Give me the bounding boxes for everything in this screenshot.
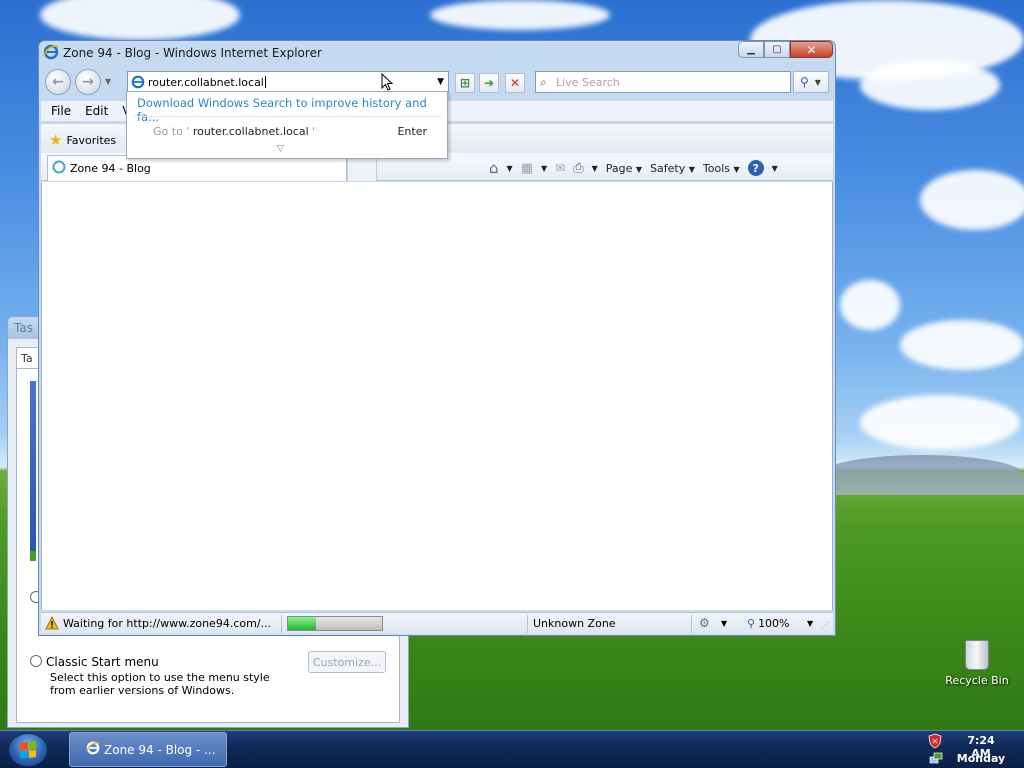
protected-mode-icon[interactable]: ⚙ bbox=[699, 616, 710, 630]
zoom-level: 100% bbox=[758, 617, 790, 630]
address-autocomplete-dropdown: Download Windows Search to improve histo… bbox=[126, 91, 448, 159]
stop-button[interactable]: ✕ bbox=[505, 73, 525, 93]
svg-text:✕: ✕ bbox=[932, 737, 939, 746]
classic-start-menu-radio[interactable] bbox=[30, 655, 42, 667]
zoom-control[interactable]: ⚲ 100% bbox=[747, 617, 790, 630]
windows-logo-icon bbox=[20, 741, 36, 759]
classic-start-menu-description: Select this option to use the menu style… bbox=[50, 671, 270, 697]
read-mail-icon[interactable]: ✉ bbox=[555, 161, 565, 175]
protected-mode-dropdown-icon[interactable]: ▼ bbox=[721, 619, 727, 628]
home-dropdown-icon[interactable]: ▼ bbox=[507, 164, 513, 173]
window-title-bar: Zone 94 - Blog - Windows Internet Explor… bbox=[43, 44, 322, 62]
feeds-icon[interactable]: ▦ bbox=[521, 161, 533, 176]
preview-strip-green bbox=[30, 551, 36, 561]
tools-menu-label: Tools bbox=[702, 161, 731, 175]
start-button[interactable] bbox=[8, 733, 48, 767]
search-icon: ⚲ bbox=[800, 75, 809, 89]
minimize-button[interactable]: ▁ bbox=[738, 41, 764, 58]
status-bar: Waiting for http://www.zone94.com/... Un… bbox=[41, 612, 833, 634]
taskbar-item-label: Zone 94 - Blog - ... bbox=[104, 742, 216, 757]
tab-label: Zone 94 - Blog bbox=[70, 162, 151, 175]
enter-hint: Enter bbox=[397, 125, 427, 138]
recycle-bin-icon bbox=[965, 640, 989, 670]
address-bar[interactable]: router.collabnet.local ▼ bbox=[127, 71, 449, 93]
window-controls: ▁ ▢ ✕ bbox=[738, 41, 833, 58]
page-menu[interactable]: Page ▼ bbox=[606, 162, 642, 175]
search-provider-icon: ⌕ bbox=[540, 75, 547, 89]
go-arrow-icon: ➔ bbox=[483, 76, 495, 90]
menu-edit[interactable]: Edit bbox=[85, 104, 108, 118]
page-content-area[interactable] bbox=[41, 182, 833, 610]
mouse-cursor-icon bbox=[381, 72, 394, 94]
system-tray: ✕ 7:24 AM Monday bbox=[920, 731, 1024, 768]
search-box[interactable]: ⌕ Live Search bbox=[535, 71, 791, 93]
maximize-button[interactable]: ▢ bbox=[764, 41, 790, 58]
warning-icon bbox=[45, 615, 59, 633]
goto-suffix: ' bbox=[308, 125, 316, 138]
clock-day[interactable]: Monday bbox=[956, 752, 1006, 765]
recycle-bin[interactable]: Recycle Bin bbox=[942, 640, 1012, 687]
progress-fill bbox=[288, 617, 317, 630]
ie-logo-icon bbox=[43, 44, 59, 63]
window-title: Zone 94 - Blog - Windows Internet Explor… bbox=[63, 46, 322, 60]
security-zone[interactable]: Unknown Zone bbox=[533, 617, 616, 630]
autocomplete-divider bbox=[133, 116, 441, 117]
safety-menu-label: Safety bbox=[650, 161, 686, 175]
goto-suggestion[interactable]: Go to ' router.collabnet.local ' bbox=[153, 125, 315, 138]
taskbar-item-ie[interactable]: Zone 94 - Blog - ... bbox=[69, 732, 227, 767]
goto-prefix: Go to ' bbox=[153, 125, 193, 138]
forward-arrow-icon: → bbox=[82, 74, 94, 90]
page-load-progress bbox=[287, 616, 383, 631]
forward-button[interactable]: → bbox=[75, 69, 101, 95]
search-input[interactable]: Live Search bbox=[556, 76, 620, 89]
preview-strip bbox=[30, 381, 36, 559]
goto-target: router.collabnet.local bbox=[192, 125, 309, 138]
print-icon[interactable]: ⎙ bbox=[573, 161, 583, 176]
star-icon: ★ bbox=[49, 131, 63, 149]
command-bar: ⌂ ▼ ▦ ▼ ✉ ⎙ ▼ Page ▼ Safety ▼ Tools ▼ ? … bbox=[489, 159, 778, 177]
new-tab-button[interactable] bbox=[347, 157, 377, 181]
customize-button[interactable]: Customize... bbox=[308, 651, 386, 673]
home-icon[interactable]: ⌂ bbox=[489, 159, 499, 177]
taskbar: Zone 94 - Blog - ... ✕ 7:24 AM Monday bbox=[0, 730, 1024, 768]
recent-pages-dropdown-icon[interactable]: ▼ bbox=[105, 77, 111, 86]
back-button[interactable]: ← bbox=[45, 69, 71, 95]
favorites-label: Favorites bbox=[66, 133, 117, 147]
print-dropdown-icon[interactable]: ▼ bbox=[592, 164, 598, 173]
close-button[interactable]: ✕ bbox=[790, 41, 833, 58]
resize-grip-icon[interactable]: ⋰ bbox=[821, 621, 830, 631]
zoom-icon: ⚲ bbox=[747, 617, 756, 630]
network-icon[interactable] bbox=[929, 751, 943, 768]
safety-menu[interactable]: Safety ▼ bbox=[650, 162, 695, 175]
go-button[interactable]: ➔ bbox=[479, 73, 499, 93]
feeds-dropdown-icon[interactable]: ▼ bbox=[541, 164, 547, 173]
expand-suggestions-icon[interactable]: ▽ bbox=[277, 144, 284, 154]
ie-taskbar-icon bbox=[86, 741, 100, 758]
help-icon[interactable]: ? bbox=[747, 160, 764, 176]
address-dropdown-icon[interactable]: ▼ bbox=[437, 77, 444, 87]
page-icon bbox=[131, 75, 145, 92]
status-text: Waiting for http://www.zone94.com/... bbox=[63, 617, 272, 630]
download-windows-search-link[interactable]: Download Windows Search to improve histo… bbox=[137, 96, 447, 124]
help-dropdown-icon[interactable]: ▼ bbox=[772, 164, 778, 173]
security-shield-icon[interactable]: ✕ bbox=[928, 733, 942, 752]
back-arrow-icon: ← bbox=[52, 74, 64, 90]
compatibility-icon: ⊞ bbox=[459, 76, 471, 90]
classic-start-menu-label: Classic Start menu bbox=[46, 655, 159, 669]
tools-menu[interactable]: Tools ▼ bbox=[703, 162, 740, 175]
page-menu-label: Page bbox=[605, 161, 633, 175]
favorites-button[interactable]: ★ Favorites bbox=[49, 131, 116, 149]
zoom-dropdown-icon[interactable]: ▼ bbox=[807, 619, 813, 628]
search-button[interactable]: ⚲ ▼ bbox=[793, 71, 829, 93]
compatibility-view-button[interactable]: ⊞ bbox=[455, 73, 475, 93]
stop-icon: ✕ bbox=[509, 76, 521, 90]
search-options-dropdown-icon[interactable]: ▼ bbox=[815, 78, 821, 87]
recycle-bin-label: Recycle Bin bbox=[945, 674, 1009, 687]
loading-icon bbox=[52, 160, 66, 177]
address-input[interactable]: router.collabnet.local bbox=[148, 76, 264, 89]
menu-file[interactable]: File bbox=[51, 104, 71, 118]
